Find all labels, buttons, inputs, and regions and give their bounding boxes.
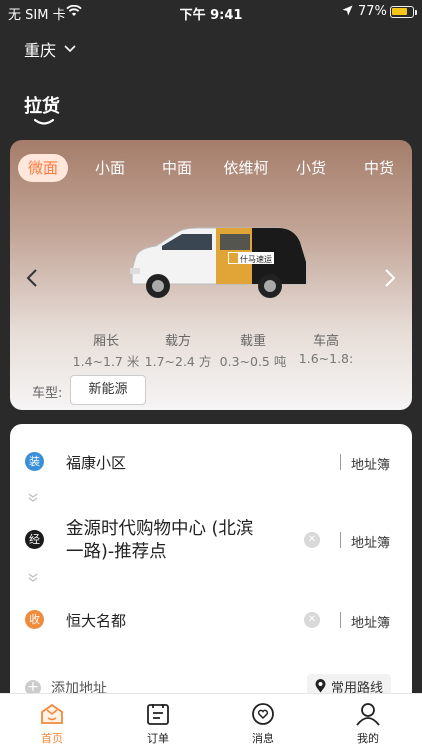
spec-box-length: 厢长 1.4~1.7 米 bbox=[66, 330, 146, 370]
spec-value: 1.7~2.4 方 bbox=[144, 354, 212, 369]
nav-home[interactable]: 首页 bbox=[17, 702, 87, 746]
vehicle-tab-0[interactable]: 微面 bbox=[18, 154, 68, 182]
vehicle-tab-2[interactable]: 中面 bbox=[151, 154, 203, 182]
spec-value: 1.4~1.7 米 bbox=[72, 354, 140, 369]
van-brand-text: 什马速运 bbox=[240, 254, 272, 264]
spec-label: 车高 bbox=[312, 334, 339, 349]
spec-label: 载重 bbox=[239, 334, 266, 349]
vehicle-tab-1[interactable]: 小面 bbox=[84, 154, 136, 182]
address-card: 装 福康小区 地址簿 经 金源时代购物中心 (北滨 一路)-推荐点 ✕ 地址簿 … bbox=[10, 424, 412, 724]
message-icon bbox=[252, 703, 274, 725]
load-address[interactable]: 福康小区 bbox=[66, 452, 126, 473]
city-selector[interactable]: 重庆 bbox=[24, 37, 76, 61]
order-icon bbox=[147, 704, 169, 725]
nav-label: 首页 bbox=[41, 732, 63, 745]
freight-tab-title[interactable]: 拉货 bbox=[24, 92, 60, 118]
location-pin-icon bbox=[315, 679, 326, 693]
via-address[interactable]: 金源时代购物中心 (北滨 一路)-推荐点 bbox=[66, 518, 253, 564]
unload-address-book-link[interactable]: 地址簿 bbox=[351, 612, 390, 631]
battery-percent: 77% bbox=[358, 4, 387, 19]
chevron-down-icon bbox=[64, 45, 76, 53]
home-icon bbox=[41, 703, 63, 724]
chevron-down-double-icon bbox=[28, 493, 38, 502]
divider bbox=[340, 612, 341, 628]
nav-label: 订单 bbox=[147, 732, 169, 745]
via-address-book-link[interactable]: 地址簿 bbox=[351, 532, 390, 551]
spec-load: 载重 0.3~0.5 吨 bbox=[213, 330, 293, 370]
chevron-down-double-icon bbox=[28, 573, 38, 582]
vehicle-tab-5[interactable]: 中货 bbox=[353, 154, 405, 182]
status-bar: 无 SIM 卡 下午 9:41 77% bbox=[0, 0, 422, 24]
load-badge: 装 bbox=[25, 452, 44, 471]
profile-icon bbox=[356, 703, 380, 726]
divider bbox=[340, 532, 341, 548]
spec-label: 载方 bbox=[164, 334, 191, 349]
spec-label: 厢长 bbox=[92, 334, 119, 349]
new-energy-button[interactable]: 新能源 bbox=[70, 375, 146, 405]
nav-messages[interactable]: 消息 bbox=[228, 702, 298, 746]
tab-indicator-smile bbox=[33, 118, 55, 125]
via-address-line1: 金源时代购物中心 (北滨 bbox=[66, 519, 254, 539]
load-address-book-link[interactable]: 地址簿 bbox=[351, 454, 390, 473]
spec-height: 车高 1.6~1.8: bbox=[286, 330, 366, 366]
van-image: 什马速运 bbox=[130, 227, 307, 298]
clear-via-icon[interactable]: ✕ bbox=[304, 532, 320, 548]
clear-unload-icon[interactable]: ✕ bbox=[304, 612, 320, 628]
prev-vehicle-arrow-icon[interactable] bbox=[26, 268, 38, 288]
spec-value: 1.6~1.8: bbox=[298, 351, 354, 366]
city-label: 重庆 bbox=[24, 41, 57, 60]
vehicle-tab-4[interactable]: 小货 bbox=[285, 154, 337, 182]
divider bbox=[340, 454, 341, 470]
unload-badge: 收 bbox=[25, 610, 44, 629]
spec-volume: 载方 1.7~2.4 方 bbox=[138, 330, 218, 370]
nav-orders[interactable]: 订单 bbox=[123, 702, 193, 746]
vehicle-tab-3[interactable]: 依维柯 bbox=[215, 154, 277, 182]
nav-profile[interactable]: 我的 bbox=[333, 702, 403, 746]
vehicle-card: 微面 小面 中面 依维柯 小货 中货 什马速运 厢长 1.4~1.7 米 载方 … bbox=[10, 140, 412, 410]
via-badge: 经 bbox=[25, 530, 44, 549]
via-address-line2: 一路)-推荐点 bbox=[66, 542, 167, 562]
nav-label: 我的 bbox=[357, 732, 379, 745]
nav-label: 消息 bbox=[252, 732, 274, 745]
model-label: 车型: bbox=[32, 386, 63, 401]
bottom-nav: 首页 订单 消息 我的 bbox=[0, 693, 422, 750]
battery-icon bbox=[390, 6, 417, 18]
location-arrow-icon bbox=[342, 5, 353, 20]
unload-address[interactable]: 恒大名都 bbox=[66, 610, 126, 631]
vehicle-type-tabs: 微面 小面 中面 依维柯 小货 中货 bbox=[10, 154, 412, 184]
spec-value: 0.3~0.5 吨 bbox=[219, 354, 287, 369]
next-vehicle-arrow-icon[interactable] bbox=[384, 268, 396, 288]
